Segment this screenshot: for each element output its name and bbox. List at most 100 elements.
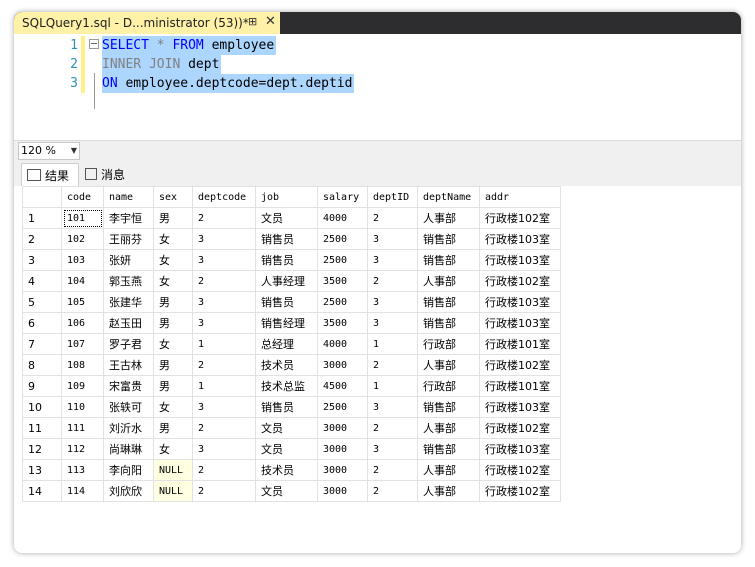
table-cell[interactable]: 人事部 xyxy=(417,207,480,229)
close-icon[interactable]: ✕ xyxy=(265,14,276,29)
table-row[interactable]: 10 110 张轶可女 3 销售员 2500 3 销售部 行政楼103室 xyxy=(22,396,561,418)
table-cell[interactable]: 4000 xyxy=(317,207,368,229)
zoom-select[interactable]: 120 % ▼ xyxy=(18,142,80,160)
table-cell[interactable]: 3 xyxy=(192,291,256,313)
table-cell[interactable]: 女 xyxy=(153,438,193,460)
table-cell[interactable]: 3500 xyxy=(317,312,368,334)
row-number[interactable]: 6 xyxy=(22,312,62,334)
table-cell[interactable]: 3000 xyxy=(317,438,368,460)
table-cell[interactable]: 销售部 xyxy=(417,291,480,313)
row-number[interactable]: 5 xyxy=(22,291,62,313)
table-cell[interactable]: 1 xyxy=(367,375,418,397)
table-cell[interactable]: NULL xyxy=(153,459,193,481)
table-cell[interactable]: 2 xyxy=(192,417,256,439)
table-cell[interactable]: 1 xyxy=(192,333,256,355)
table-cell[interactable]: 男 xyxy=(153,207,193,229)
row-number[interactable]: 7 xyxy=(22,333,62,355)
table-cell[interactable]: 女 xyxy=(153,228,193,250)
row-number[interactable]: 11 xyxy=(22,417,62,439)
table-cell[interactable]: 文员 xyxy=(255,480,318,502)
table-cell[interactable]: 人事部 xyxy=(417,480,480,502)
table-cell[interactable]: 女 xyxy=(153,396,193,418)
table-cell[interactable]: 3 xyxy=(367,438,418,460)
table-cell[interactable]: 4000 xyxy=(317,333,368,355)
table-cell[interactable]: 2500 xyxy=(317,396,368,418)
table-cell[interactable]: 张妍 xyxy=(103,249,154,271)
table-cell[interactable]: 行政楼103室 xyxy=(479,396,561,418)
table-cell[interactable]: 1 xyxy=(367,333,418,355)
table-cell[interactable]: 112 xyxy=(61,438,104,460)
table-cell[interactable]: 行政楼103室 xyxy=(479,228,561,250)
table-row[interactable]: 9 109 宋富贵男 1 技术总监 4500 1 行政部 行政楼101室 xyxy=(22,375,561,397)
table-cell[interactable]: 人事部 xyxy=(417,354,480,376)
table-row[interactable]: 2 102 王丽芬女 3 销售员 2500 3 销售部 行政楼103室 xyxy=(22,228,561,250)
table-cell[interactable]: 3 xyxy=(367,312,418,334)
table-cell[interactable]: 罗子君 xyxy=(103,333,154,355)
table-cell[interactable]: 105 xyxy=(61,291,104,313)
table-row[interactable]: 4 104 郭玉燕女 2 人事经理 3500 2 人事部 行政楼102室 xyxy=(22,270,561,292)
table-row[interactable]: 3 103 张妍女 3 销售员 2500 3 销售部 行政楼103室 xyxy=(22,249,561,271)
table-cell[interactable]: 刘欣欣 xyxy=(103,480,154,502)
table-row[interactable]: 7 107 罗子君女 1 总经理 4000 1 行政部 行政楼101室 xyxy=(22,333,561,355)
table-cell[interactable]: 销售员 xyxy=(255,396,318,418)
table-cell[interactable]: 2 xyxy=(367,270,418,292)
table-cell[interactable]: 女 xyxy=(153,270,193,292)
table-cell[interactable]: 行政楼102室 xyxy=(479,480,561,502)
tab-results[interactable]: 结果 xyxy=(21,163,79,186)
row-number[interactable]: 12 xyxy=(22,438,62,460)
column-header[interactable]: name xyxy=(103,186,154,208)
table-cell[interactable]: 2 xyxy=(192,207,256,229)
table-cell[interactable]: 男 xyxy=(153,354,193,376)
table-cell[interactable]: 3 xyxy=(367,249,418,271)
table-cell[interactable]: 行政部 xyxy=(417,375,480,397)
query-tab[interactable]: SQLQuery1.sql - D...ministrator (53))* ⊞… xyxy=(14,12,280,34)
table-cell[interactable]: 行政楼102室 xyxy=(479,207,561,229)
table-cell[interactable]: 销售部 xyxy=(417,228,480,250)
query-editor[interactable]: 1 SELECT * FROM employee 2 INNER JOIN de… xyxy=(14,34,741,140)
table-cell[interactable]: 3000 xyxy=(317,354,368,376)
table-cell[interactable]: NULL xyxy=(153,480,193,502)
table-cell[interactable]: 114 xyxy=(61,480,104,502)
table-cell[interactable]: 3000 xyxy=(317,459,368,481)
column-header[interactable]: deptName xyxy=(417,186,480,208)
row-number[interactable]: 14 xyxy=(22,480,62,502)
table-cell[interactable]: 3 xyxy=(192,228,256,250)
table-cell[interactable]: 销售经理 xyxy=(255,312,318,334)
row-number[interactable]: 1 xyxy=(22,207,62,229)
table-cell[interactable]: 102 xyxy=(61,228,104,250)
row-number[interactable]: 3 xyxy=(22,249,62,271)
table-cell[interactable]: 技术员 xyxy=(255,354,318,376)
table-cell[interactable]: 宋富贵 xyxy=(103,375,154,397)
table-cell[interactable]: 110 xyxy=(61,396,104,418)
table-cell[interactable]: 销售员 xyxy=(255,291,318,313)
table-cell[interactable]: 1 xyxy=(192,375,256,397)
column-header[interactable]: code xyxy=(61,186,104,208)
table-cell[interactable]: 3000 xyxy=(317,480,368,502)
table-cell[interactable]: 3 xyxy=(192,438,256,460)
table-cell[interactable]: 3 xyxy=(192,396,256,418)
table-cell[interactable]: 2 xyxy=(367,207,418,229)
table-row[interactable]: 1 101 李宇恒男 2 文员 4000 2 人事部 行政楼102室 xyxy=(22,207,561,229)
table-cell[interactable]: 王古林 xyxy=(103,354,154,376)
table-cell[interactable]: 刘沂水 xyxy=(103,417,154,439)
table-cell[interactable]: 103 xyxy=(61,249,104,271)
table-row[interactable]: 13 113 李向阳 NULL 2 技术员 3000 2 人事部 行政楼102室 xyxy=(22,459,561,481)
table-cell[interactable]: 3500 xyxy=(317,270,368,292)
table-cell[interactable]: 人事部 xyxy=(417,459,480,481)
tab-messages[interactable]: 消息 xyxy=(80,163,140,185)
results-grid[interactable]: code name sex deptcode job salary deptID… xyxy=(22,186,741,553)
table-cell[interactable]: 文员 xyxy=(255,207,318,229)
table-row[interactable]: 11 111 刘沂水男 2 文员 3000 2 人事部 行政楼102室 xyxy=(22,417,561,439)
table-cell[interactable]: 109 xyxy=(61,375,104,397)
table-cell[interactable]: 106 xyxy=(61,312,104,334)
table-row[interactable]: 14 114 刘欣欣 NULL 2 文员 3000 2 人事部 行政楼102室 xyxy=(22,480,561,502)
table-cell[interactable]: 销售部 xyxy=(417,438,480,460)
table-cell[interactable]: 2 xyxy=(367,354,418,376)
row-number[interactable]: 8 xyxy=(22,354,62,376)
table-cell[interactable]: 总经理 xyxy=(255,333,318,355)
table-cell[interactable]: 李向阳 xyxy=(103,459,154,481)
table-cell[interactable]: 3 xyxy=(367,228,418,250)
table-cell[interactable]: 2500 xyxy=(317,228,368,250)
table-cell[interactable]: 2 xyxy=(367,480,418,502)
table-cell[interactable]: 行政楼103室 xyxy=(479,312,561,334)
